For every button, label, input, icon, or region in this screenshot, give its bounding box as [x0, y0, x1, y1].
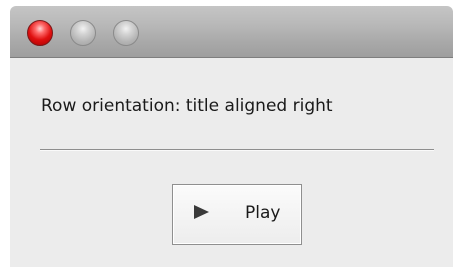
play-button[interactable]: Play [172, 184, 302, 245]
zoom-icon[interactable] [113, 20, 139, 46]
play-button-label: Play [245, 203, 281, 223]
minimize-icon[interactable] [70, 20, 96, 46]
close-icon[interactable] [27, 20, 53, 46]
play-icon [194, 205, 209, 219]
window-content: Row orientation: title aligned right Pla… [10, 58, 453, 267]
title-bar[interactable] [10, 6, 453, 58]
orientation-heading: Row orientation: title aligned right [41, 96, 333, 116]
app-window: Row orientation: title aligned right Pla… [0, 0, 461, 273]
separator-line [40, 149, 434, 151]
